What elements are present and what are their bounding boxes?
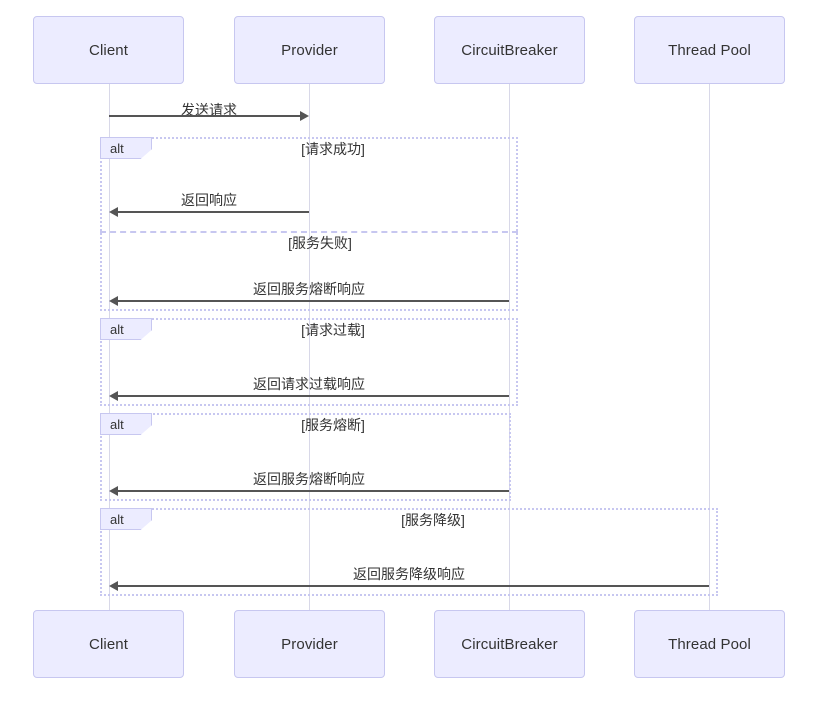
alt-fragment-4-operator-label: alt [100,508,152,530]
participant-bottom-threadpool[interactable]: Thread Pool [634,610,785,678]
message-label-6: 返回服务降级响应 [353,566,465,582]
message-arrowhead-3 [109,296,118,306]
alt-fragment-2-condition: [请求过载] [301,322,365,338]
message-line-1 [109,115,300,117]
alt-fragment-1-sub-condition: [服务失败] [288,235,352,251]
participant-top-client[interactable]: Client [33,16,184,84]
message-label-1: 发送请求 [181,102,237,118]
participant-top-provider[interactable]: Provider [234,16,385,84]
message-line-5 [118,490,509,492]
participant-label: Thread Pool [668,635,751,653]
message-label-5: 返回服务熔断响应 [253,471,365,487]
sequence-diagram: Client Provider CircuitBreaker Thread Po… [0,0,831,712]
participant-label: Client [89,635,128,653]
alt-fragment-3-operator-label: alt [100,413,152,435]
message-line-3 [118,300,509,302]
participant-label: Provider [281,635,338,653]
alt-operator-text: alt [110,321,124,337]
participant-label: CircuitBreaker [461,635,558,653]
participant-bottom-provider[interactable]: Provider [234,610,385,678]
participant-bottom-circuitbreaker[interactable]: CircuitBreaker [434,610,585,678]
alt-fragment-2-operator-label: alt [100,318,152,340]
message-label-3: 返回服务熔断响应 [253,281,365,297]
message-arrowhead-1 [300,111,309,121]
message-arrowhead-2 [109,207,118,217]
alt-operator-text: alt [110,416,124,432]
alt-operator-text: alt [110,511,124,527]
participant-label: Thread Pool [668,41,751,59]
participant-bottom-client[interactable]: Client [33,610,184,678]
participant-label: Client [89,41,128,59]
message-label-2: 返回响应 [181,192,237,208]
alt-fragment-1-condition: [请求成功] [301,141,365,157]
message-line-4 [118,395,509,397]
alt-fragment-1-operator-label: alt [100,137,152,159]
message-arrowhead-6 [109,581,118,591]
alt-fragment-3-condition: [服务熔断] [301,417,365,433]
alt-operator-text: alt [110,140,124,156]
alt-fragment-4-condition: [服务降级] [401,512,465,528]
message-line-6 [118,585,709,587]
message-line-2 [118,211,309,213]
participant-label: Provider [281,41,338,59]
participant-top-circuitbreaker[interactable]: CircuitBreaker [434,16,585,84]
message-label-4: 返回请求过载响应 [253,376,365,392]
participant-top-threadpool[interactable]: Thread Pool [634,16,785,84]
message-arrowhead-5 [109,486,118,496]
message-arrowhead-4 [109,391,118,401]
participant-label: CircuitBreaker [461,41,558,59]
